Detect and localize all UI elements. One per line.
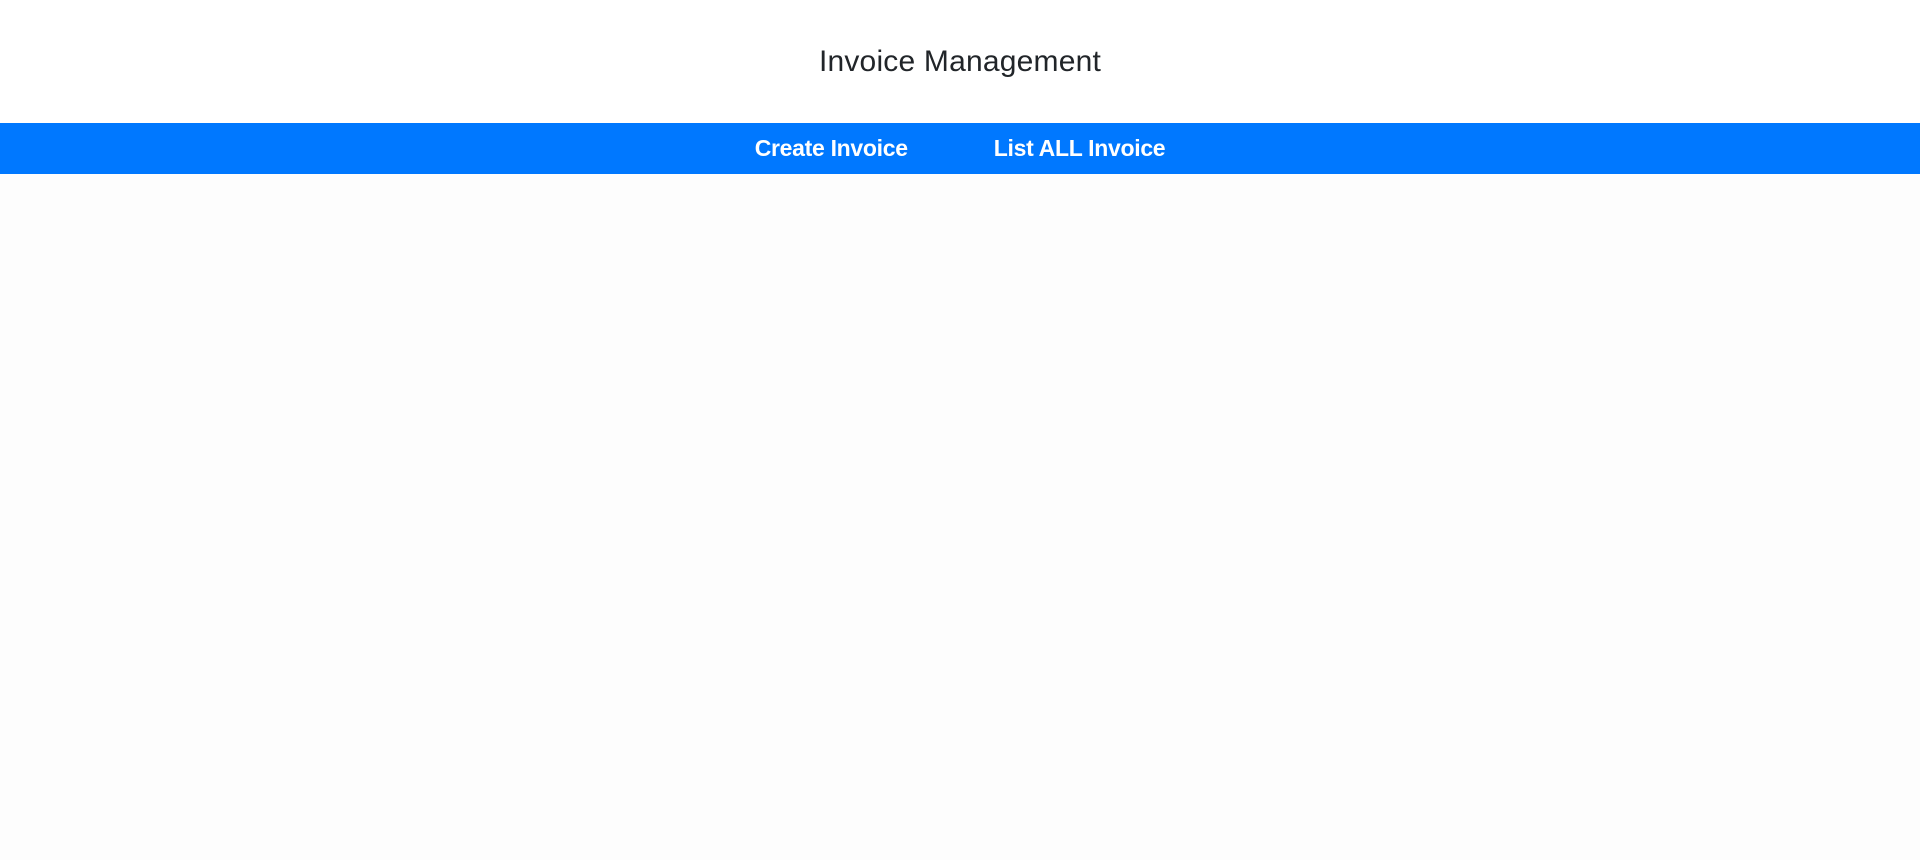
create-invoice-link[interactable]: Create Invoice <box>755 125 908 172</box>
page-header: Invoice Management <box>0 0 1920 123</box>
app-root: Invoice Management Create Invoice List A… <box>0 0 1920 860</box>
nav-list: Create Invoice List ALL Invoice <box>712 125 1209 172</box>
nav-item-list-all-invoice: List ALL Invoice <box>994 125 1166 172</box>
main-content <box>0 174 1920 860</box>
page-title: Invoice Management <box>818 45 1102 78</box>
main-navbar: Create Invoice List ALL Invoice <box>0 123 1920 174</box>
nav-item-create-invoice: Create Invoice <box>755 125 908 172</box>
list-all-invoice-link[interactable]: List ALL Invoice <box>994 125 1166 172</box>
